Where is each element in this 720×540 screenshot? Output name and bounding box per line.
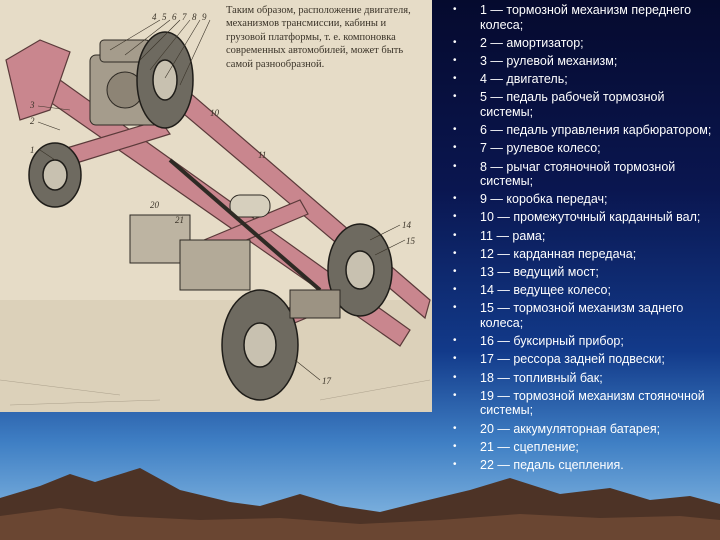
- list-item: • 16 — буксирный прибор;: [453, 334, 624, 349]
- list-item: • 14 — ведущее колесо;: [453, 283, 611, 298]
- list-item: • 20 — аккумуляторная батарея;: [453, 421, 661, 436]
- list-item: • 21 — сцепление;: [453, 439, 579, 454]
- list-item: • 12 — карданная передача;: [453, 246, 637, 261]
- list-item: • 18 — топливный бак;: [453, 370, 603, 385]
- list-item: • 10 — промежуточный карданный вал;: [453, 210, 701, 225]
- chassis-figure: Таким образом, расположение двигателя, м…: [0, 0, 432, 412]
- callout-label: 1: [30, 145, 35, 155]
- legend-list: • 1 — тормозной механизм переднего колеса…: [444, 3, 716, 476]
- callout-label: 9: [202, 12, 207, 22]
- list-item: • 11 — рама;: [453, 228, 546, 243]
- fuel-tank: [179, 239, 251, 291]
- callout-label: 5: [162, 12, 167, 22]
- callout-label: 3: [30, 100, 35, 110]
- callout-label: 15: [406, 236, 415, 246]
- callout-label: 14: [402, 220, 411, 230]
- list-item: • 8 — рычаг стояночной тормозной системы;: [453, 159, 676, 189]
- list-item: • 4 — двигатель;: [453, 72, 568, 87]
- callout-label: 20: [150, 200, 159, 210]
- list-item: • 7 — рулевое колесо;: [453, 141, 601, 156]
- list-item: • 9 — коробка передач;: [453, 192, 608, 207]
- list-item: • 13 — ведущий мост;: [453, 265, 599, 280]
- callout-label: 4: [152, 12, 157, 22]
- drive-axle: [289, 289, 341, 319]
- list-item: • 5 — педаль рабочей тормозной системы;: [453, 90, 665, 119]
- list-item: • 15 — тормозной механизм заднего колеса;: [453, 301, 684, 330]
- callout-label: 11: [258, 150, 267, 160]
- list-item: • 6 — педаль управления карбюратором;: [453, 123, 712, 138]
- callout-label: 7: [182, 12, 187, 22]
- list-item: • 1 — тормозной механизм переднего колеса…: [453, 3, 692, 32]
- list-item: • 3 — рулевой механизм;: [453, 53, 618, 68]
- list-item: • 19 — тормозной механизм стояночной сист…: [453, 388, 705, 418]
- callout-label: 2: [30, 116, 35, 126]
- callout-label: 8: [192, 12, 197, 22]
- callout-label: 6: [172, 12, 177, 22]
- callout-label: 10: [210, 108, 219, 118]
- list-item: • 17 — рессора задней подвески;: [453, 352, 665, 367]
- list-item: • 2 — амортизатор;: [453, 35, 584, 50]
- list-item: • 22 — педаль сцепления.: [453, 457, 624, 472]
- truck-chassis-drawing: [0, 19, 432, 412]
- callout-label: 21: [175, 215, 184, 225]
- callout-label: 17: [322, 376, 331, 386]
